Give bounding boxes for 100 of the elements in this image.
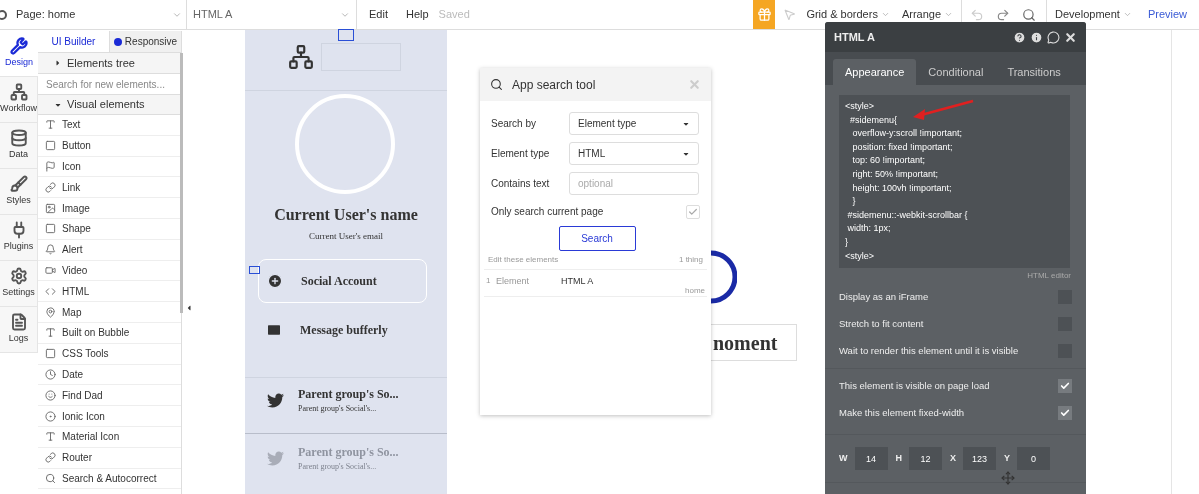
code-line: position: fixed !important; [851,140,953,154]
redo-icon[interactable] [996,7,1011,22]
sidebar-tab[interactable]: Workflow [0,77,38,123]
bell-icon [45,244,56,256]
visual-elements-header[interactable]: Visual elements [38,95,181,115]
gift-button[interactable] [753,0,776,29]
info-icon[interactable] [1030,30,1043,44]
element-item[interactable]: CSS Tools [38,343,181,365]
checkbox[interactable] [686,204,700,219]
property-tab[interactable]: Conditional [916,59,996,85]
element-item[interactable]: Ionic Icon [38,406,181,427]
code-line: #sidemenu::-webkit-scrollbar { [846,208,968,222]
help-icon[interactable] [1013,30,1026,44]
sidebar-tab[interactable]: Styles [0,169,38,215]
environment-menu[interactable]: Development [1055,6,1132,23]
link-icon [45,452,56,464]
elements-tree-header[interactable]: Elements tree [38,53,181,74]
checkbox-label: Only search current page [491,205,604,219]
sidebar-tab[interactable]: Settings [0,261,38,307]
search-button[interactable]: Search [558,226,636,251]
geometry-field[interactable]: 0 [1017,447,1051,470]
check-icon [688,206,698,217]
code-line: top: 60 !important; [851,154,926,168]
caret-icon [880,10,890,19]
option-label: Make this element fixed-width [839,405,965,420]
heading-text: noment [713,330,778,356]
option-label: Stretch to fit content [839,316,924,331]
gift-icon [756,7,772,22]
caret-icon [1122,10,1132,19]
row-label: Message bufferly [300,322,388,339]
code-line: <style> [845,249,875,263]
geometry-field[interactable]: 14 [854,447,888,470]
logo-icon [0,9,7,20]
social-title: Parent group's So... [298,444,399,461]
image-icon [45,202,56,214]
comment-icon[interactable] [1047,30,1060,44]
geometry-label: X [950,451,956,465]
code-line: overflow-y:scroll !important; [851,127,963,141]
responsive-icon [113,37,122,46]
video-icon [45,264,56,276]
field-label: Search by [491,117,538,131]
property-tab[interactable]: Transitions [995,59,1073,85]
grid-borders-menu[interactable]: Grid & borders [806,6,890,23]
element-item[interactable]: Find Dad [38,385,181,407]
brush-icon [9,175,28,194]
button-icon [45,140,56,152]
search-icon[interactable] [1022,7,1037,22]
results-header: Edit these elements [488,254,559,266]
collapse-icon[interactable] [185,304,193,312]
property-tab[interactable]: Appearance [833,59,917,85]
code-editor[interactable]: <style> #sidemenu{ overflow-y:scroll !important; position: fixed !important; top: 60 !important; right: 50% !important; height: 100vh !important; } #sidemenu::-webkit-scrollbar { width: 1px; } <style> [839,95,1070,268]
close-icon[interactable] [1064,30,1077,44]
geometry-field[interactable]: 12 [909,447,942,470]
network-icon [9,83,28,102]
element-item[interactable]: Router [38,447,181,469]
sidebar-tab[interactable]: Data [0,123,38,169]
progress-ring [711,250,737,304]
panel-tab[interactable]: Responsive [109,31,181,52]
menu-item[interactable]: Help [405,6,429,23]
search-icon [45,472,56,484]
result-row[interactable]: 1 Element HTML A home [484,269,707,297]
user-name: Current User's name [273,205,419,225]
text-field[interactable]: optional [569,172,699,195]
result-page: home [685,285,705,297]
network-icon [288,44,314,70]
element-search-field[interactable]: Search for new elements... [38,74,181,95]
check-icon [1060,408,1070,418]
check-icon [1060,381,1070,391]
sidebar-tab[interactable]: Logs [0,307,38,353]
code-line: width: 1px; [846,222,891,236]
checkbox[interactable] [1058,379,1072,393]
element-item[interactable]: Search & Autocorrect [38,468,181,490]
tab-icon [45,348,56,360]
code-line: } [851,195,856,209]
sidebar-tab[interactable]: Plugins [0,215,38,261]
preview-link[interactable]: Preview [1147,6,1187,23]
element-item[interactable]: Material Icon [38,426,181,448]
select-field[interactable]: Element type [569,112,699,135]
element-item[interactable]: Built on Bubble [38,322,181,344]
option-label: Wait to render this element until it is visible [839,343,1019,358]
code-line: #sidemenu{ [849,113,898,127]
geometry-field[interactable]: 123 [963,447,996,470]
element-item[interactable]: Date [38,364,181,386]
element-dropdown[interactable]: HTML A [187,0,357,29]
selection-handle [249,266,260,274]
checkbox[interactable] [1058,406,1072,420]
bird-icon [267,449,284,467]
code-line: } [845,235,848,249]
page-dropdown[interactable]: Page: home [12,0,187,29]
pin-icon [45,306,56,318]
clock-icon [45,368,56,380]
code-line: <style> [845,100,875,113]
select-field[interactable]: HTML [569,142,699,165]
option-label: This element is visible on page load [839,378,990,393]
result-name: HTML A [561,275,594,288]
move-cursor-icon [1001,471,1015,485]
menu-item[interactable]: Edit [369,6,388,23]
radio-icon [45,410,56,422]
text-icon [45,119,56,131]
arrange-menu[interactable]: Arrange [901,6,954,23]
